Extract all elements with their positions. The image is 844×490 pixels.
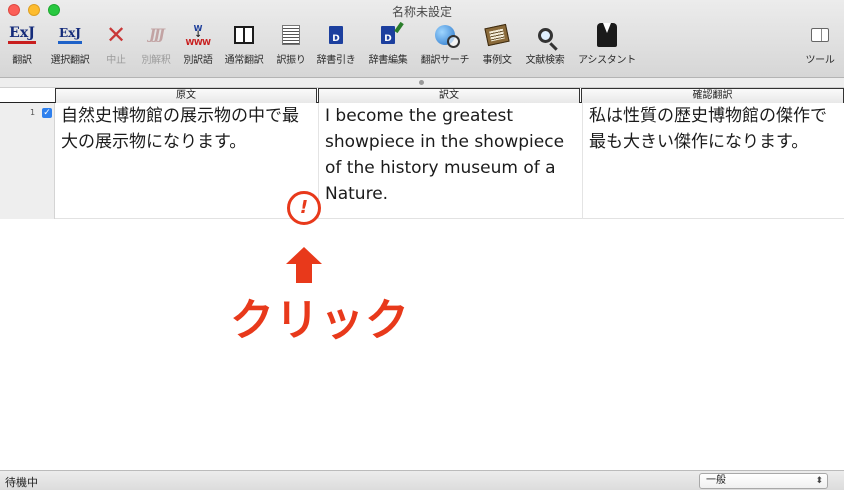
stop-label: 中止 (106, 55, 126, 66)
interlinear-label: 訳振り (276, 55, 306, 66)
chevron-updown-icon: ⬍ (815, 476, 823, 486)
alternate-word-icon: W ↓ WWW (185, 23, 211, 47)
dictionary-icon: D (329, 26, 343, 44)
normal-translate-button[interactable]: 通常翻訳 (220, 22, 268, 72)
status-bar: 待機中 一般 ⬍ (0, 470, 844, 490)
tools-button[interactable]: ツール (800, 22, 840, 72)
check-translation-cell[interactable]: 私は性質の歴史博物館の傑作で最も大きい傑作になります。 (582, 103, 844, 219)
dictionary-lookup-label: 辞書引き (316, 55, 356, 66)
translate-search-label: 翻訳サーチ (420, 55, 470, 66)
dictionary-lookup-button[interactable]: D 辞書引き (313, 22, 359, 72)
translate-search-globe-icon (435, 25, 460, 48)
column-header-check[interactable]: 確認翻訳 (581, 88, 844, 103)
mode-select[interactable]: 一般 ⬍ (699, 473, 828, 489)
literature-search-label: 文献検索 (525, 55, 565, 66)
splitter-handle-icon[interactable] (419, 80, 424, 85)
dictionary-edit-button[interactable]: D 辞書編集 (364, 22, 412, 72)
dictionary-edit-icon: D (381, 26, 395, 44)
row-checkbox[interactable]: ✓ (42, 108, 52, 118)
alternate-word-button[interactable]: W ↓ WWW 別訳語 (179, 22, 217, 72)
normal-translate-book-icon (234, 26, 254, 44)
column-header-translation[interactable]: 訳文 (318, 88, 580, 103)
tools-label: ツール (805, 55, 835, 66)
normal-translate-label: 通常翻訳 (224, 55, 264, 66)
grid-header: 原文 訳文 確認翻訳 (0, 88, 844, 103)
alternate-interpretation-label: 別解釈 (141, 55, 171, 66)
interlinear-lines-icon (282, 25, 300, 45)
row-number: 1 (30, 108, 36, 117)
alternate-word-label: 別訳語 (183, 55, 213, 66)
column-header-source[interactable]: 原文 (55, 88, 317, 103)
translate-label: 翻訳 (12, 55, 32, 66)
assistant-label: アシスタント (578, 55, 636, 66)
up-arrow-icon (286, 247, 322, 264)
translation-text-cell[interactable]: I become the greatest showpiece in the s… (318, 103, 580, 219)
up-arrow-shaft (296, 263, 312, 283)
literature-search-button[interactable]: 文献検索 (520, 22, 570, 72)
literature-search-magnifier-icon (537, 27, 553, 43)
alert-icon[interactable]: ! (287, 191, 321, 225)
stop-button[interactable]: ✕ 中止 (100, 22, 132, 72)
source-text-cell[interactable]: 自然史博物館の展示物の中で最大の展示物になります。 (55, 103, 317, 219)
selected-translate-button[interactable]: ExJ 選択翻訳 (44, 22, 96, 72)
table-row[interactable]: 1 ✓ 自然史博物館の展示物の中で最大の展示物になります。 I become t… (0, 103, 844, 219)
window-title: 名称未設定 (391, 5, 452, 19)
translate-button[interactable]: ExJ 翻訳 (3, 22, 41, 72)
window-chrome: 名称未設定 ExJ 翻訳 ExJ 選択翻訳 ✕ 中止 JJJ 別解釈 W ↓ W… (0, 0, 844, 78)
mode-select-value: 一般 (706, 475, 726, 486)
toolbar: ExJ 翻訳 ExJ 選択翻訳 ✕ 中止 JJJ 別解釈 W ↓ WWW 別訳語 (0, 22, 844, 72)
example-sentence-label: 事例文 (482, 55, 512, 66)
pane-splitter[interactable] (0, 78, 844, 88)
example-notebook-icon (484, 23, 510, 47)
dictionary-edit-label: 辞書編集 (368, 55, 408, 66)
assistant-button[interactable]: アシスタント (573, 22, 641, 72)
selected-translate-label: 選択翻訳 (50, 55, 90, 66)
alternate-interpretation-button[interactable]: JJJ 別解釈 (136, 22, 176, 72)
interlinear-button[interactable]: 訳振り (272, 22, 310, 72)
selected-translate-icon: ExJ (58, 26, 82, 44)
alternate-interpretation-icon: JJJ (149, 27, 165, 43)
stop-x-icon: ✕ (105, 21, 127, 49)
assistant-suit-icon (597, 23, 617, 47)
row-number-cell: 1 ✓ (0, 103, 55, 219)
click-instruction-label: クリック (230, 295, 410, 346)
example-sentence-button[interactable]: 事例文 (477, 22, 517, 72)
tools-sidebar-icon (811, 28, 829, 42)
translate-exj-icon: ExJ (8, 26, 36, 44)
status-text: 待機中 (5, 476, 38, 489)
translate-search-button[interactable]: 翻訳サーチ (416, 22, 474, 72)
